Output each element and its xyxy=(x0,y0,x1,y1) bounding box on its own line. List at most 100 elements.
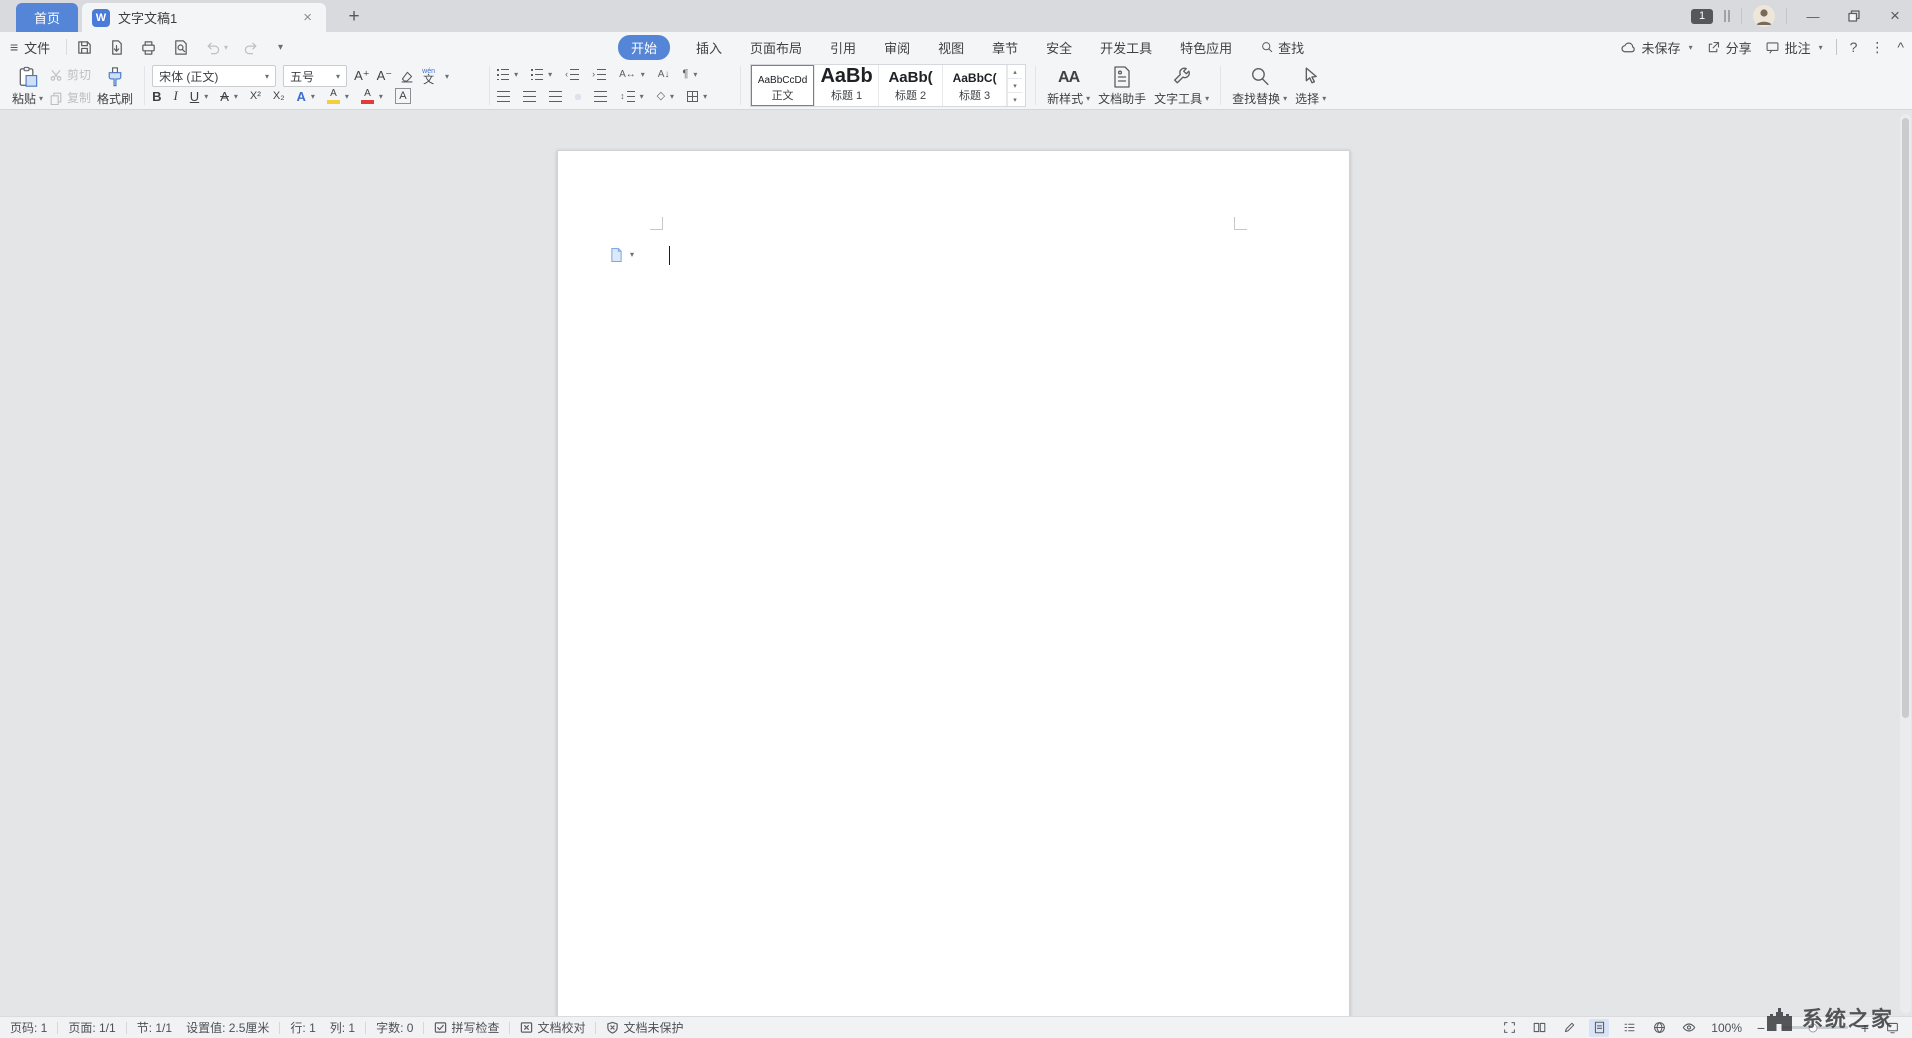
document-area[interactable]: ▾ xyxy=(0,111,1912,1016)
edit-mode-button[interactable] xyxy=(1559,1019,1579,1037)
italic-button[interactable]: I xyxy=(173,88,177,104)
share-button[interactable]: 分享 xyxy=(1706,38,1752,57)
clear-format-button[interactable] xyxy=(399,69,415,84)
ribbon-tab-security[interactable]: 安全 xyxy=(1044,36,1074,59)
new-tab-button[interactable]: + xyxy=(338,4,370,30)
justify-button[interactable] xyxy=(575,94,581,100)
increase-font-size-button[interactable]: A⁺ xyxy=(354,68,370,84)
ribbon-tab-insert[interactable]: 插入 xyxy=(694,36,724,59)
style-item-heading1[interactable]: AaBb 标题 1 xyxy=(815,65,879,106)
ribbon-tab-view[interactable]: 视图 xyxy=(936,36,966,59)
highlight-color-button[interactable]: A ▾ xyxy=(327,88,349,104)
decrease-indent-button[interactable]: ‹ xyxy=(565,69,579,80)
shading-button[interactable]: ◇ ▾ xyxy=(657,92,674,101)
style-gallery-more-icon[interactable]: ▾ xyxy=(1007,92,1022,106)
decrease-font-size-button[interactable]: A⁻ xyxy=(377,68,393,84)
restore-button[interactable] xyxy=(1839,2,1869,30)
bold-button[interactable]: B xyxy=(152,89,161,104)
font-size-select[interactable]: 五号 ▾ xyxy=(283,65,347,87)
document-page[interactable]: ▾ xyxy=(557,150,1350,1016)
font-color-button[interactable]: A ▾ xyxy=(361,88,383,104)
ribbon-tab-page-layout[interactable]: 页面布局 xyxy=(748,36,804,59)
cut-button[interactable]: 剪切 xyxy=(49,66,91,83)
ribbon-tab-dev-tools[interactable]: 开发工具 xyxy=(1098,36,1154,59)
collapse-ribbon-button[interactable]: ^ xyxy=(1897,39,1904,55)
comment-button[interactable]: 批注 ▾ xyxy=(1765,38,1823,57)
close-window-button[interactable]: × xyxy=(1880,2,1910,30)
align-center-button[interactable] xyxy=(523,91,536,102)
bullet-list-button[interactable]: ▾ xyxy=(497,69,518,80)
borders-button[interactable]: ▾ xyxy=(687,91,707,102)
sort-button[interactable]: A↓ xyxy=(658,70,670,79)
save-button[interactable] xyxy=(76,39,93,56)
two-page-view-button[interactable] xyxy=(1529,1019,1549,1037)
paste-button[interactable]: 粘贴▾ xyxy=(8,62,47,109)
style-item-normal[interactable]: AaBbCcDd 正文 xyxy=(751,65,815,106)
spell-check-button[interactable]: 拼写检查 xyxy=(434,1019,499,1036)
find-menu-button[interactable]: 查找 xyxy=(1258,36,1306,59)
page-view-button[interactable] xyxy=(1589,1019,1609,1037)
fullscreen-view-button[interactable] xyxy=(1499,1019,1519,1037)
tab-close-icon[interactable]: × xyxy=(299,9,316,26)
ribbon-tab-special-features[interactable]: 特色应用 xyxy=(1178,36,1234,59)
text-effect-button[interactable]: A ▾ xyxy=(297,89,315,104)
copy-button[interactable]: 复制 xyxy=(49,89,91,106)
font-name-select[interactable]: 宋体 (正文) ▾ xyxy=(152,65,276,87)
style-scroll-down-icon[interactable]: ▾ xyxy=(1007,78,1022,92)
doc-proofread-button[interactable]: 文档校对 xyxy=(520,1019,585,1036)
ribbon-tab-references[interactable]: 引用 xyxy=(828,36,858,59)
show-paragraph-marks-button[interactable]: ¶ ▾ xyxy=(682,70,697,79)
zoom-level[interactable]: 100% xyxy=(1711,1021,1742,1035)
style-scroll-up-icon[interactable]: ▴ xyxy=(1007,65,1022,78)
numbered-list-button[interactable]: ▾ xyxy=(531,69,552,80)
pinyin-guide-button[interactable]: wén 文 xyxy=(422,68,435,84)
notification-badge[interactable]: 1 xyxy=(1691,9,1713,24)
minimize-button[interactable]: — xyxy=(1798,2,1828,30)
style-item-heading3[interactable]: AaBbC( 标题 3 xyxy=(943,65,1007,106)
vertical-scrollbar[interactable] xyxy=(1900,114,1911,1013)
distribute-button[interactable] xyxy=(594,91,607,102)
ribbon-tab-review[interactable]: 审阅 xyxy=(882,36,912,59)
redo-button[interactable] xyxy=(243,39,260,56)
find-replace-button[interactable]: 查找替换▾ xyxy=(1228,62,1291,109)
underline-button[interactable]: U ▾ xyxy=(190,89,208,104)
new-style-button[interactable]: AA 新样式▾ xyxy=(1043,62,1094,109)
subscript-button[interactable]: X₂ xyxy=(273,90,285,102)
home-tab[interactable]: 首页 xyxy=(16,3,78,32)
web-view-button[interactable] xyxy=(1649,1019,1669,1037)
outline-view-button[interactable] xyxy=(1619,1019,1639,1037)
customize-quickbar-button[interactable]: ▾ xyxy=(275,42,283,53)
doc-protection-button[interactable]: 文档未保护 xyxy=(606,1019,683,1036)
comment-label: 批注 xyxy=(1785,38,1811,57)
more-menu-button[interactable]: ⋮ xyxy=(1870,39,1884,56)
format-painter-button[interactable]: 格式刷 xyxy=(93,62,137,109)
ribbon-tab-home[interactable]: 开始 xyxy=(618,35,670,60)
line-spacing-button[interactable]: ↕ ▾ xyxy=(620,91,644,102)
increase-indent-button[interactable]: › xyxy=(592,69,606,80)
text-tool-button[interactable]: 文字工具▾ xyxy=(1150,62,1213,109)
character-scale-button[interactable]: A↔ ▾ xyxy=(619,70,645,79)
print-preview-button[interactable] xyxy=(172,39,189,56)
strikethrough-button[interactable]: A ▾ xyxy=(220,89,238,104)
align-right-button[interactable] xyxy=(549,91,562,102)
align-left-button[interactable] xyxy=(497,91,510,102)
character-border-button[interactable]: A xyxy=(395,88,411,104)
window-stack-icon[interactable] xyxy=(1724,10,1730,22)
style-item-heading2[interactable]: AaBb( 标题 2 xyxy=(879,65,943,106)
superscript-button[interactable]: X² xyxy=(250,90,261,102)
status-word-count[interactable]: 字数: 0 xyxy=(376,1019,413,1036)
help-button[interactable]: ? xyxy=(1850,39,1858,55)
save-status-button[interactable]: 未保存 ▾ xyxy=(1620,38,1693,57)
print-button[interactable] xyxy=(140,39,157,56)
page-quick-widget[interactable]: ▾ xyxy=(610,247,634,262)
select-button[interactable]: 选择▾ xyxy=(1291,62,1330,109)
document-tab[interactable]: W 文字文稿1 × xyxy=(82,3,326,32)
undo-button[interactable]: ▾ xyxy=(204,39,228,56)
user-avatar[interactable] xyxy=(1753,5,1775,27)
ribbon-tab-section[interactable]: 章节 xyxy=(990,36,1020,59)
scrollbar-thumb[interactable] xyxy=(1902,118,1909,718)
file-menu-button[interactable]: ≡ 文件 xyxy=(10,32,50,62)
eye-protection-button[interactable] xyxy=(1679,1019,1699,1037)
export-pdf-button[interactable] xyxy=(108,39,125,56)
doc-assistant-button[interactable]: 文档助手 xyxy=(1094,62,1150,109)
